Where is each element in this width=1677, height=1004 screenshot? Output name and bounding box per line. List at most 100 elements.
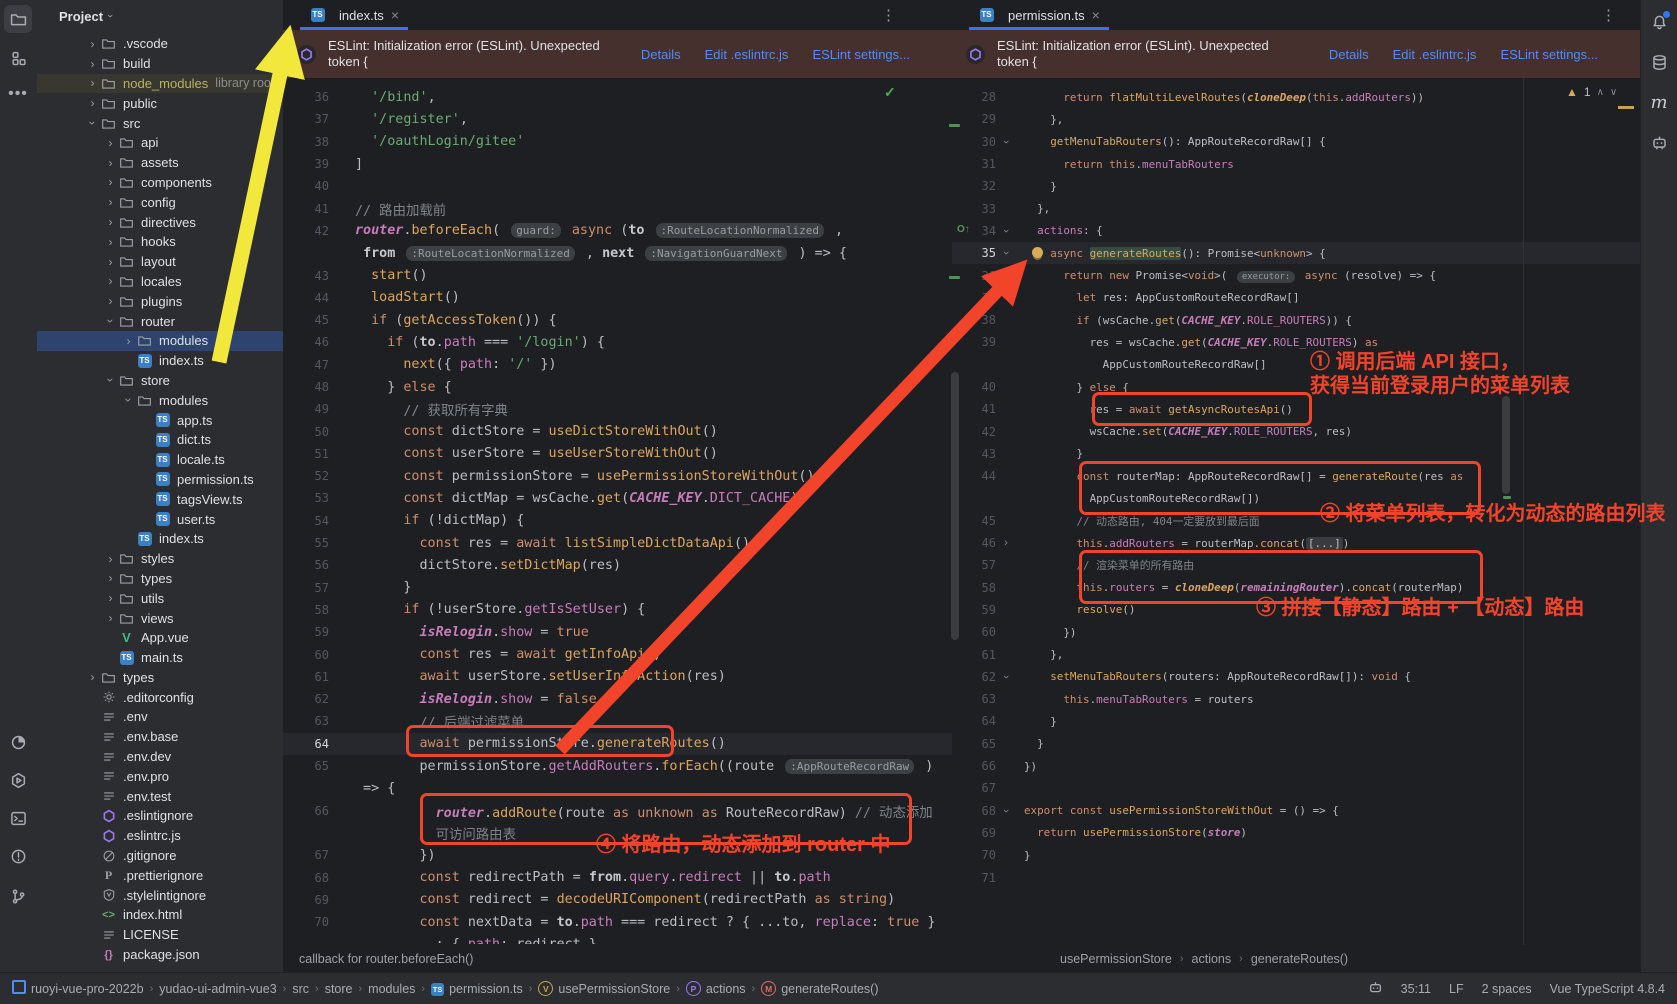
chevron-collapsed-icon[interactable]: › xyxy=(103,215,118,229)
chevron-collapsed-icon[interactable]: › xyxy=(103,611,118,625)
tree-item-index.ts[interactable]: TSindex.ts xyxy=(37,529,283,549)
tree-item-public[interactable]: ›public xyxy=(37,93,283,113)
chevron-collapsed-icon[interactable]: › xyxy=(103,156,118,170)
chevron-expanded-icon[interactable]: › xyxy=(86,116,100,131)
status-crumb-store[interactable]: store xyxy=(325,982,353,996)
profiler-icon[interactable] xyxy=(4,728,32,756)
problems-icon[interactable] xyxy=(4,842,32,870)
maven-m-icon[interactable]: m xyxy=(1645,88,1673,116)
chevron-collapsed-icon[interactable]: › xyxy=(85,37,100,51)
status-crumb-generateRoutes()[interactable]: MgenerateRoutes() xyxy=(761,981,878,997)
breadcrumb-callback[interactable]: callback for router.beforeEach() xyxy=(299,952,473,966)
tree-item-locales[interactable]: ›locales xyxy=(37,272,283,292)
tree-item-.vscode[interactable]: ›.vscode xyxy=(37,34,283,54)
gutter-override-icon[interactable]: O↑ xyxy=(957,224,970,235)
tree-item-build[interactable]: ›build xyxy=(37,54,283,74)
fold-expanded-icon[interactable]: › xyxy=(996,136,1016,148)
structure-icon[interactable] xyxy=(4,44,32,72)
scrollbar-thumb[interactable] xyxy=(1502,396,1510,494)
tree-item-.env.base[interactable]: .env.base xyxy=(37,727,283,747)
breadcrumb-item[interactable]: usePermissionStore xyxy=(1060,952,1172,966)
project-panel-header[interactable]: Project › xyxy=(37,0,283,32)
tab-index-ts[interactable]: TS index.ts × xyxy=(300,0,408,30)
chevron-collapsed-icon[interactable]: › xyxy=(103,571,118,585)
more-tools-icon[interactable]: ••• xyxy=(4,80,32,108)
status-item[interactable]: 2 spaces xyxy=(1482,982,1532,996)
chevron-collapsed-icon[interactable]: › xyxy=(121,334,136,348)
version-control-icon[interactable] xyxy=(4,882,32,910)
tree-item-hooks[interactable]: ›hooks xyxy=(37,232,283,252)
tree-item-.env.dev[interactable]: .env.dev xyxy=(37,747,283,767)
chevron-expanded-icon[interactable]: › xyxy=(104,373,118,388)
fold-expanded-icon[interactable]: › xyxy=(996,270,1016,282)
tree-item-modules[interactable]: ›modules xyxy=(37,331,283,351)
edit-eslintrc-link[interactable]: Edit .eslintrc.js xyxy=(705,47,789,62)
chevron-collapsed-icon[interactable]: › xyxy=(85,76,100,90)
database-icon[interactable] xyxy=(1645,48,1673,76)
tab-options-icon[interactable]: ⋮ xyxy=(1601,6,1616,24)
details-link[interactable]: Details xyxy=(641,47,681,62)
chevron-collapsed-icon[interactable]: › xyxy=(103,175,118,189)
tree-item-.prettierignore[interactable]: P.prettierignore xyxy=(37,865,283,885)
tree-item-user.ts[interactable]: TSuser.ts xyxy=(37,509,283,529)
tree-item-.eslintrc.js[interactable]: .eslintrc.js xyxy=(37,826,283,846)
project-tool-icon[interactable] xyxy=(4,5,32,33)
prev-problem-icon[interactable]: ∧ xyxy=(1597,87,1604,98)
tree-item-.env[interactable]: .env xyxy=(37,707,283,727)
tree-item-.env.test[interactable]: .env.test xyxy=(37,786,283,806)
chevron-expanded-icon[interactable]: › xyxy=(104,314,118,329)
tree-item-utils[interactable]: ›utils xyxy=(37,588,283,608)
tree-item-locale.ts[interactable]: TSlocale.ts xyxy=(37,450,283,470)
fold-collapsed-icon[interactable]: › xyxy=(996,537,1016,549)
close-icon[interactable]: × xyxy=(1092,8,1100,22)
tree-item-directives[interactable]: ›directives xyxy=(37,212,283,232)
tree-item-App.vue[interactable]: VApp.vue xyxy=(37,628,283,648)
tree-item-tagsView.ts[interactable]: TStagsView.ts xyxy=(37,489,283,509)
intention-bulb-icon[interactable] xyxy=(1032,247,1043,258)
eslint-settings-link[interactable]: ESLint settings... xyxy=(812,47,910,62)
details-link[interactable]: Details xyxy=(1329,47,1369,62)
fold-expanded-icon[interactable]: › xyxy=(996,805,1016,817)
fold-expanded-icon[interactable]: › xyxy=(996,247,1016,259)
tree-item-.stylelintignore[interactable]: .stylelintignore xyxy=(37,885,283,905)
inspection-warning-widget[interactable]: ▲ 1 ∧ ∨ xyxy=(1566,85,1617,99)
chevron-collapsed-icon[interactable]: › xyxy=(103,591,118,605)
tree-item-LICENSE[interactable]: LICENSE xyxy=(37,925,283,945)
run-services-icon[interactable] xyxy=(4,766,32,794)
tree-item-layout[interactable]: ›layout xyxy=(37,252,283,272)
close-icon[interactable]: × xyxy=(391,8,399,22)
tree-item-styles[interactable]: ›styles xyxy=(37,549,283,569)
fold-expanded-icon[interactable]: › xyxy=(996,225,1016,237)
tree-item-app.ts[interactable]: TSapp.ts xyxy=(37,410,283,430)
terminal-icon[interactable] xyxy=(4,804,32,832)
chevron-collapsed-icon[interactable]: › xyxy=(103,274,118,288)
tree-item-modules[interactable]: ›modules xyxy=(37,390,283,410)
tree-item-types[interactable]: ›types xyxy=(37,668,283,688)
tree-item-index.ts[interactable]: TSindex.ts xyxy=(37,351,283,371)
tree-item-assets[interactable]: ›assets xyxy=(37,153,283,173)
status-crumb-permission.ts[interactable]: TSpermission.ts xyxy=(431,981,523,996)
notifications-bell-icon[interactable] xyxy=(1645,8,1673,36)
chevron-collapsed-icon[interactable]: › xyxy=(103,294,118,308)
chevron-collapsed-icon[interactable]: › xyxy=(85,57,100,71)
tree-item-views[interactable]: ›views xyxy=(37,608,283,628)
tree-item-store[interactable]: ›store xyxy=(37,371,283,391)
status-item[interactable]: Vue TypeScript 4.8.4 xyxy=(1550,982,1665,996)
status-crumb-src[interactable]: src xyxy=(292,982,309,996)
tree-item-api[interactable]: ›api xyxy=(37,133,283,153)
next-problem-icon[interactable]: ∨ xyxy=(1610,87,1617,98)
breadcrumb-item[interactable]: actions xyxy=(1192,952,1232,966)
status-crumb-usePermissionStore[interactable]: VusePermissionStore xyxy=(538,981,670,997)
tree-item-.eslintignore[interactable]: .eslintignore xyxy=(37,806,283,826)
edit-eslintrc-link[interactable]: Edit .eslintrc.js xyxy=(1393,47,1477,62)
tree-item-.gitignore[interactable]: .gitignore xyxy=(37,846,283,866)
eslint-settings-link[interactable]: ESLint settings... xyxy=(1500,47,1598,62)
tree-item-index.html[interactable]: <>index.html xyxy=(37,905,283,925)
tree-item-plugins[interactable]: ›plugins xyxy=(37,291,283,311)
status-breadcrumbs[interactable]: ruoyi-vue-pro-2022b›yudao-ui-admin-vue3›… xyxy=(12,980,878,997)
tree-item-components[interactable]: ›components xyxy=(37,173,283,193)
scrollbar-thumb[interactable] xyxy=(951,372,959,640)
chevron-collapsed-icon[interactable]: › xyxy=(103,235,118,249)
tab-permission-ts[interactable]: TS permission.ts × xyxy=(969,0,1109,30)
tree-item-src[interactable]: ›src xyxy=(37,113,283,133)
